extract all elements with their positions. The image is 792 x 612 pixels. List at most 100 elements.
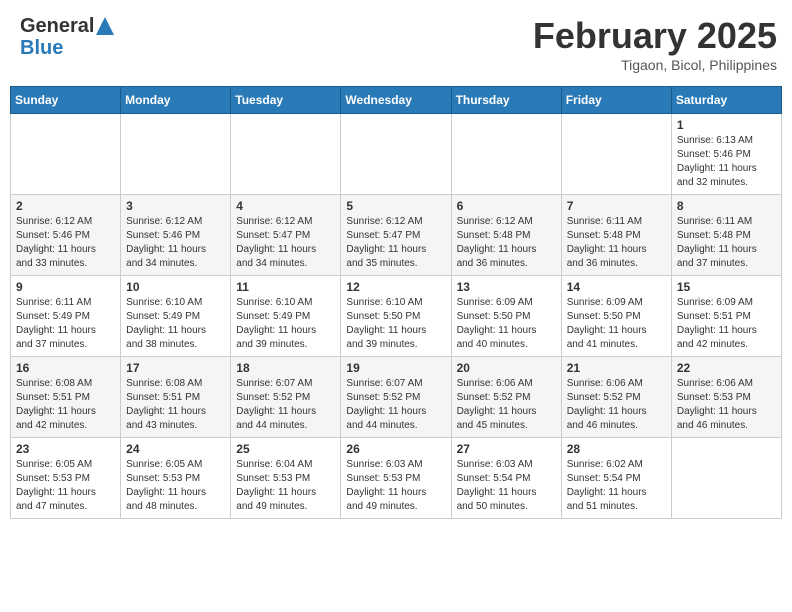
day-number: 27	[457, 442, 556, 456]
day-info: Sunrise: 6:12 AM Sunset: 5:47 PM Dayligh…	[236, 215, 335, 271]
day-number: 17	[126, 361, 225, 375]
calendar-cell: 1 Sunrise: 6:13 AM Sunset: 5:46 PM Daylig…	[671, 114, 781, 195]
day-info: Sunrise: 6:11 AM Sunset: 5:49 PM Dayligh…	[16, 296, 115, 352]
day-info: Sunrise: 6:08 AM Sunset: 5:51 PM Dayligh…	[126, 377, 225, 433]
calendar-cell: 11 Sunrise: 6:10 AM Sunset: 5:49 PM Dayli…	[231, 276, 341, 357]
day-info: Sunrise: 6:03 AM Sunset: 5:53 PM Dayligh…	[346, 458, 445, 514]
day-info: Sunrise: 6:06 AM Sunset: 5:52 PM Dayligh…	[567, 377, 666, 433]
day-number: 6	[457, 199, 556, 213]
calendar-cell: 10 Sunrise: 6:10 AM Sunset: 5:49 PM Dayli…	[121, 276, 231, 357]
calendar-cell: 6 Sunrise: 6:12 AM Sunset: 5:48 PM Daylig…	[451, 195, 561, 276]
day-info: Sunrise: 6:03 AM Sunset: 5:54 PM Dayligh…	[457, 458, 556, 514]
day-number: 2	[16, 199, 115, 213]
weekday-header-thursday: Thursday	[451, 87, 561, 114]
day-info: Sunrise: 6:05 AM Sunset: 5:53 PM Dayligh…	[126, 458, 225, 514]
day-info: Sunrise: 6:09 AM Sunset: 5:51 PM Dayligh…	[677, 296, 776, 352]
calendar-cell: 9 Sunrise: 6:11 AM Sunset: 5:49 PM Daylig…	[11, 276, 121, 357]
weekday-header-sunday: Sunday	[11, 87, 121, 114]
day-number: 23	[16, 442, 115, 456]
day-number: 21	[567, 361, 666, 375]
day-number: 28	[567, 442, 666, 456]
day-info: Sunrise: 6:12 AM Sunset: 5:46 PM Dayligh…	[16, 215, 115, 271]
calendar-cell: 27 Sunrise: 6:03 AM Sunset: 5:54 PM Dayli…	[451, 438, 561, 519]
day-info: Sunrise: 6:08 AM Sunset: 5:51 PM Dayligh…	[16, 377, 115, 433]
calendar-cell: 15Sunrise: 6:09 AM Sunset: 5:51 PM Dayli…	[671, 276, 781, 357]
weekday-header-tuesday: Tuesday	[231, 87, 341, 114]
day-info: Sunrise: 6:09 AM Sunset: 5:50 PM Dayligh…	[457, 296, 556, 352]
day-number: 7	[567, 199, 666, 213]
weekday-header-saturday: Saturday	[671, 87, 781, 114]
calendar-cell: 2 Sunrise: 6:12 AM Sunset: 5:46 PM Daylig…	[11, 195, 121, 276]
day-info: Sunrise: 6:10 AM Sunset: 5:49 PM Dayligh…	[126, 296, 225, 352]
day-number: 9	[16, 280, 115, 294]
day-info: Sunrise: 6:12 AM Sunset: 5:46 PM Dayligh…	[126, 215, 225, 271]
calendar-cell: 19Sunrise: 6:07 AM Sunset: 5:52 PM Dayli…	[341, 357, 451, 438]
title-block: February 2025 Tigaon, Bicol, Philippines	[533, 15, 777, 73]
location-text: Tigaon, Bicol, Philippines	[533, 57, 777, 73]
calendar-cell: 26 Sunrise: 6:03 AM Sunset: 5:53 PM Dayli…	[341, 438, 451, 519]
day-info: Sunrise: 6:11 AM Sunset: 5:48 PM Dayligh…	[567, 215, 666, 271]
day-number: 11	[236, 280, 335, 294]
logo: General Blue	[20, 15, 114, 59]
calendar-week-row: 9 Sunrise: 6:11 AM Sunset: 5:49 PM Daylig…	[11, 276, 782, 357]
calendar-cell	[11, 114, 121, 195]
day-info: Sunrise: 6:12 AM Sunset: 5:48 PM Dayligh…	[457, 215, 556, 271]
day-number: 16	[16, 361, 115, 375]
day-info: Sunrise: 6:11 AM Sunset: 5:48 PM Dayligh…	[677, 215, 776, 271]
weekday-header-friday: Friday	[561, 87, 671, 114]
calendar-cell: 12 Sunrise: 6:10 AM Sunset: 5:50 PM Dayli…	[341, 276, 451, 357]
calendar-header-row: SundayMondayTuesdayWednesdayThursdayFrid…	[11, 87, 782, 114]
day-number: 18	[236, 361, 335, 375]
calendar-cell: 24 Sunrise: 6:05 AM Sunset: 5:53 PM Dayli…	[121, 438, 231, 519]
day-info: Sunrise: 6:12 AM Sunset: 5:47 PM Dayligh…	[346, 215, 445, 271]
day-info: Sunrise: 6:07 AM Sunset: 5:52 PM Dayligh…	[236, 377, 335, 433]
calendar-cell: 20 Sunrise: 6:06 AM Sunset: 5:52 PM Dayli…	[451, 357, 561, 438]
day-info: Sunrise: 6:09 AM Sunset: 5:50 PM Dayligh…	[567, 296, 666, 352]
calendar-cell	[451, 114, 561, 195]
day-number: 14	[567, 280, 666, 294]
weekday-header-monday: Monday	[121, 87, 231, 114]
day-number: 13	[457, 280, 556, 294]
day-info: Sunrise: 6:10 AM Sunset: 5:50 PM Dayligh…	[346, 296, 445, 352]
calendar-cell: 17 Sunrise: 6:08 AM Sunset: 5:51 PM Dayli…	[121, 357, 231, 438]
calendar-cell: 14 Sunrise: 6:09 AM Sunset: 5:50 PM Dayli…	[561, 276, 671, 357]
calendar-cell	[341, 114, 451, 195]
day-info: Sunrise: 6:10 AM Sunset: 5:49 PM Dayligh…	[236, 296, 335, 352]
day-number: 4	[236, 199, 335, 213]
calendar-cell: 28Sunrise: 6:02 AM Sunset: 5:54 PM Dayli…	[561, 438, 671, 519]
day-number: 19	[346, 361, 445, 375]
calendar-cell	[671, 438, 781, 519]
calendar-week-row: 16 Sunrise: 6:08 AM Sunset: 5:51 PM Dayli…	[11, 357, 782, 438]
logo-blue-text: Blue	[20, 37, 63, 59]
calendar-cell: 25 Sunrise: 6:04 AM Sunset: 5:53 PM Dayli…	[231, 438, 341, 519]
weekday-header-wednesday: Wednesday	[341, 87, 451, 114]
day-number: 10	[126, 280, 225, 294]
calendar-cell: 4 Sunrise: 6:12 AM Sunset: 5:47 PM Daylig…	[231, 195, 341, 276]
day-number: 26	[346, 442, 445, 456]
calendar-cell: 23Sunrise: 6:05 AM Sunset: 5:53 PM Dayli…	[11, 438, 121, 519]
day-info: Sunrise: 6:13 AM Sunset: 5:46 PM Dayligh…	[677, 134, 776, 190]
day-number: 5	[346, 199, 445, 213]
calendar-cell: 5 Sunrise: 6:12 AM Sunset: 5:47 PM Daylig…	[341, 195, 451, 276]
calendar-cell	[121, 114, 231, 195]
day-number: 8	[677, 199, 776, 213]
calendar-cell: 13 Sunrise: 6:09 AM Sunset: 5:50 PM Dayli…	[451, 276, 561, 357]
day-number: 12	[346, 280, 445, 294]
day-info: Sunrise: 6:06 AM Sunset: 5:52 PM Dayligh…	[457, 377, 556, 433]
day-number: 20	[457, 361, 556, 375]
calendar-cell	[561, 114, 671, 195]
day-number: 3	[126, 199, 225, 213]
calendar-cell: 7 Sunrise: 6:11 AM Sunset: 5:48 PM Daylig…	[561, 195, 671, 276]
calendar-cell: 22Sunrise: 6:06 AM Sunset: 5:53 PM Dayli…	[671, 357, 781, 438]
logo-triangle-icon	[96, 17, 114, 35]
day-number: 24	[126, 442, 225, 456]
calendar-cell: 21 Sunrise: 6:06 AM Sunset: 5:52 PM Dayli…	[561, 357, 671, 438]
calendar-week-row: 1 Sunrise: 6:13 AM Sunset: 5:46 PM Daylig…	[11, 114, 782, 195]
calendar-cell: 3 Sunrise: 6:12 AM Sunset: 5:46 PM Daylig…	[121, 195, 231, 276]
day-number: 25	[236, 442, 335, 456]
month-title: February 2025	[533, 15, 777, 57]
day-info: Sunrise: 6:04 AM Sunset: 5:53 PM Dayligh…	[236, 458, 335, 514]
calendar-cell	[231, 114, 341, 195]
calendar-cell: 16 Sunrise: 6:08 AM Sunset: 5:51 PM Dayli…	[11, 357, 121, 438]
day-number: 1	[677, 118, 776, 132]
